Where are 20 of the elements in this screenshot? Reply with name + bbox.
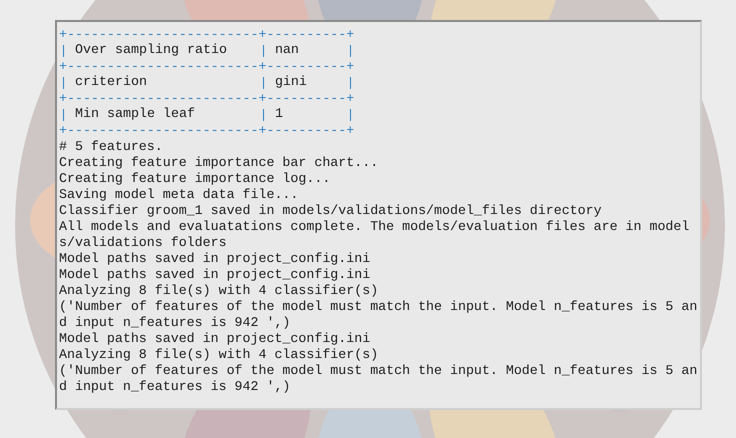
log-line: Model paths saved in project_config.ini: [59, 331, 372, 347]
table-cell: Min sample leaf: [59, 107, 259, 123]
table-rule-text: +------------------------+----------+: [59, 123, 356, 139]
log-line: All models and evaluatations complete. The models/evaluation files are in models/validations folders: [59, 219, 690, 251]
log-line: Model paths saved in project_config.ini: [59, 251, 372, 267]
table-cell: Over sampling ratio: [59, 43, 259, 59]
log-line: # 5 features.: [59, 139, 164, 155]
table-rule-text: +------------------------+----------+: [59, 91, 356, 107]
log-line: Creating feature importance log...: [59, 171, 332, 187]
table-cell: criterion: [59, 75, 259, 91]
log-line: Creating feature importance bar chart...: [59, 155, 380, 171]
table-rule-text: +------------------------+----------+: [59, 59, 356, 75]
log-line: Saving model meta data file...: [59, 187, 300, 203]
log-line: Classifier groom_1 saved in models/validations/model_files directory: [59, 203, 603, 219]
log-line: Analyzing 8 file(s) with 4 classifier(s): [59, 347, 380, 363]
log-line: Analyzing 8 file(s) with 4 classifier(s): [59, 283, 380, 299]
log-line: Model paths saved in project_config.ini: [59, 267, 372, 283]
log-line: ('Number of features of the model must match the input. Model n_features is 5 and input n_features is 942 ',): [59, 363, 698, 395]
table-rule-text: +------------------------+----------+: [59, 27, 356, 43]
log-line: ('Number of features of the model must match the input. Model n_features is 5 and input n_features is 942 ',): [59, 299, 698, 331]
